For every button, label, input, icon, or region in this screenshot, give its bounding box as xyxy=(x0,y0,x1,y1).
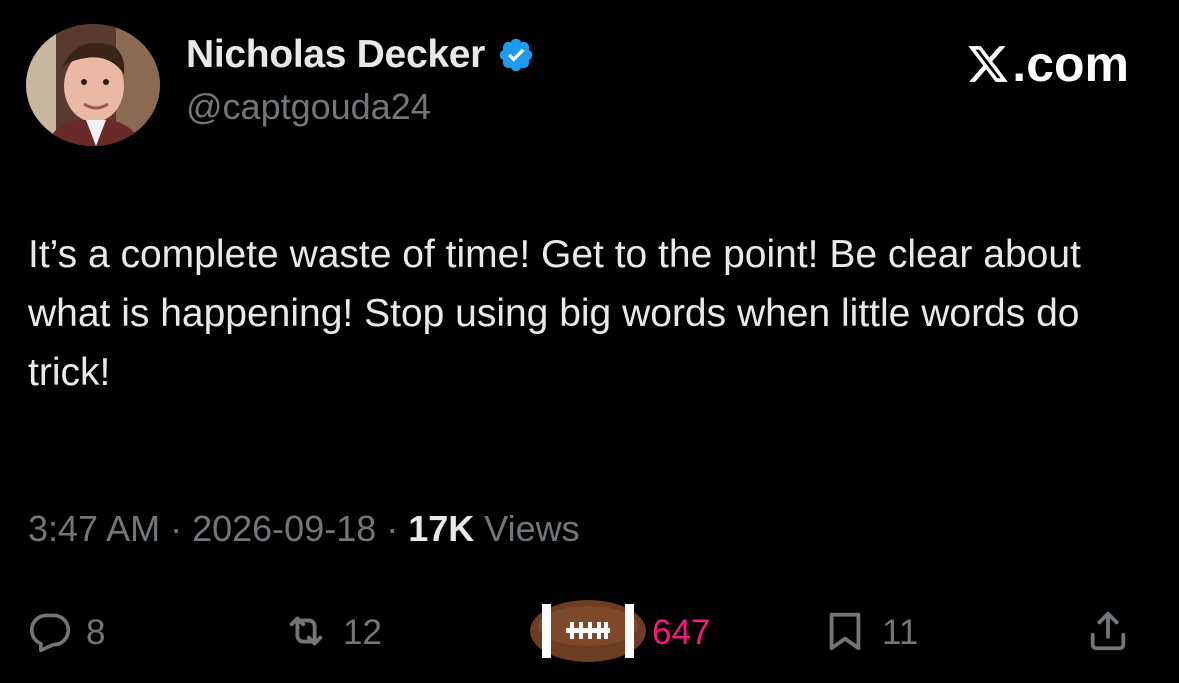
brand-watermark: .com xyxy=(966,36,1129,92)
repost-button[interactable]: 12 xyxy=(283,600,382,666)
avatar-photo xyxy=(26,24,160,146)
like-button[interactable]: 647 xyxy=(528,598,711,669)
repost-icon xyxy=(283,608,329,659)
share-button[interactable] xyxy=(1085,600,1131,666)
tweet-date[interactable]: 2026-09-18 xyxy=(192,508,376,550)
share-icon xyxy=(1085,608,1131,659)
author-name-row[interactable]: Nicholas Decker xyxy=(186,30,535,80)
author-handle[interactable]: @captgouda24 xyxy=(186,86,431,128)
tweet-time[interactable]: 3:47 AM xyxy=(28,508,160,550)
views-count: 17K xyxy=(408,508,475,549)
x-logo-icon xyxy=(966,41,1010,87)
avatar[interactable] xyxy=(26,24,160,146)
action-bar: 8 12 647 11 xyxy=(0,598,1179,670)
verified-badge-icon xyxy=(497,36,535,74)
display-name[interactable]: Nicholas Decker xyxy=(186,33,485,77)
reply-button[interactable]: 8 xyxy=(28,600,105,666)
brand-text: .com xyxy=(1012,36,1129,92)
bookmark-button[interactable]: 11 xyxy=(822,600,918,666)
reply-count: 8 xyxy=(86,613,106,652)
reply-icon xyxy=(28,609,72,658)
meta-separator: · xyxy=(386,508,399,549)
football-like-icon xyxy=(528,598,648,669)
like-count: 647 xyxy=(652,613,711,652)
tweet-text: It’s a complete waste of time! Get to th… xyxy=(28,233,1081,394)
repost-count: 12 xyxy=(343,613,382,652)
bookmark-count: 11 xyxy=(882,613,919,652)
bookmark-icon xyxy=(822,608,868,659)
meta-separator: · xyxy=(170,508,183,549)
tweet-meta: 3:47 AM · 2026-09-18 · 17K Views xyxy=(28,508,580,550)
views-label: Views xyxy=(484,508,580,549)
